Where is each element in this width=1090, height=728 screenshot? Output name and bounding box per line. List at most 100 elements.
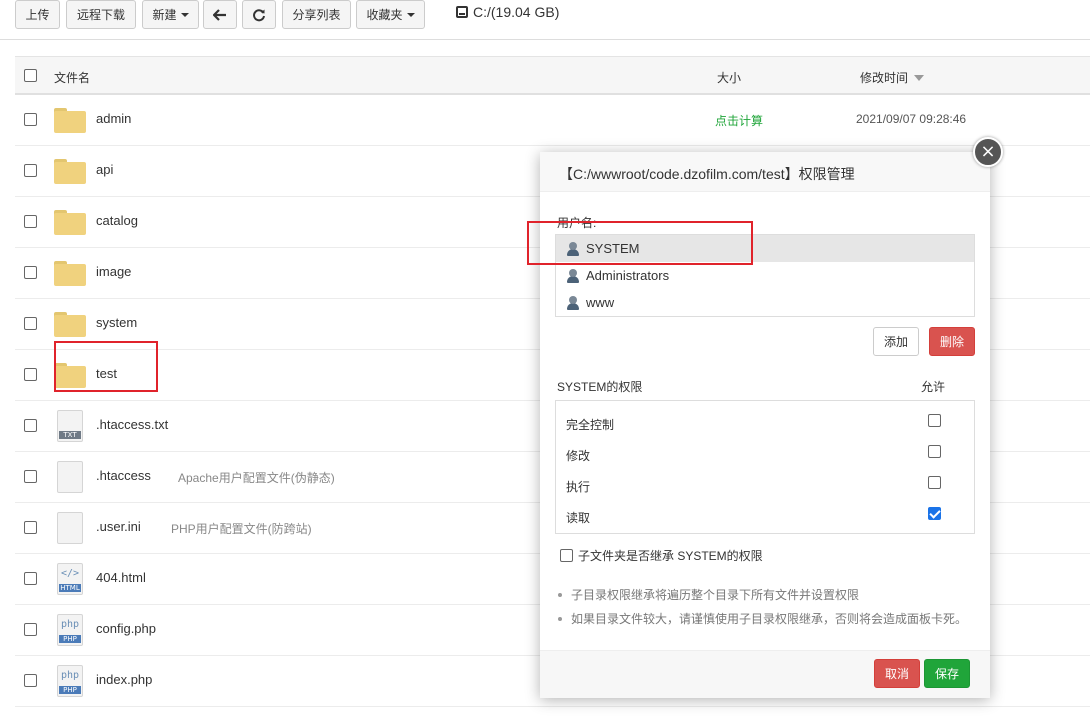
file-type-badge: HTML	[59, 584, 81, 592]
note-text: 如果目录文件较大，请谨慎使用子目录权限继承，否则将会造成面板卡死。	[571, 612, 968, 626]
modified-time: 2021/09/07 09:28:46	[856, 112, 967, 126]
favorites-dropdown-button[interactable]: 收藏夹	[356, 0, 425, 29]
perm-full-control-checkbox[interactable]	[928, 414, 941, 427]
file-symbol: php	[61, 670, 80, 681]
header-mtime[interactable]: 修改时间	[860, 69, 925, 86]
row-checkbox[interactable]	[24, 521, 37, 534]
file-name[interactable]: api	[96, 162, 113, 177]
table-row[interactable]: admin 点击计算 2021/09/07 09:28:46	[15, 95, 1090, 146]
row-checkbox[interactable]	[24, 317, 37, 330]
row-checkbox[interactable]	[24, 623, 37, 636]
new-label: 新建	[152, 8, 177, 22]
header-size[interactable]: 大小	[717, 69, 741, 86]
delete-user-button[interactable]: 删除	[929, 327, 975, 356]
back-button[interactable]	[203, 0, 237, 29]
row-checkbox[interactable]	[24, 419, 37, 432]
perm-execute-checkbox[interactable]	[928, 476, 941, 489]
file-name[interactable]: .user.ini	[96, 519, 141, 534]
row-checkbox[interactable]	[24, 164, 37, 177]
save-button[interactable]: 保存	[924, 659, 970, 688]
inherit-label[interactable]: 子文件夹是否继承 SYSTEM的权限	[578, 547, 763, 564]
user-name: Administrators	[586, 268, 670, 283]
row-checkbox[interactable]	[24, 113, 37, 126]
perm-full-control-label: 完全控制	[566, 418, 615, 432]
file-name[interactable]: system	[96, 315, 137, 330]
cancel-button[interactable]: 取消	[874, 659, 920, 688]
refresh-button[interactable]	[242, 0, 276, 29]
file-name[interactable]: admin	[96, 111, 131, 126]
user-item-www[interactable]: www	[556, 289, 974, 316]
dialog-footer: 取消 保存	[540, 650, 990, 698]
disk-icon	[456, 6, 468, 18]
file-symbol: php	[61, 619, 80, 630]
remote-download-button[interactable]: 远程下载	[66, 0, 136, 29]
caret-down-icon	[406, 12, 415, 17]
file-name[interactable]: 404.html	[96, 570, 146, 585]
highlight-box-test	[54, 341, 158, 392]
perm-read-checkbox[interactable]	[928, 507, 941, 520]
save-label: 保存	[934, 667, 959, 681]
table-header: 文件名 大小 修改时间	[15, 56, 1090, 95]
header-name[interactable]: 文件名	[54, 69, 90, 86]
note-item: 如果目录文件较大，请谨慎使用子目录权限继承，否则将会造成面板卡死。	[558, 610, 967, 627]
share-list-button[interactable]: 分享列表	[282, 0, 351, 29]
file-file-icon	[57, 461, 83, 493]
upload-button[interactable]: 上传	[15, 0, 60, 29]
sort-desc-icon	[914, 74, 925, 81]
txt-file-icon: TXT	[57, 410, 83, 442]
share-list-label: 分享列表	[292, 8, 341, 22]
file-type-badge: TXT	[59, 431, 81, 439]
highlight-box-system	[527, 221, 753, 265]
perm-modify-checkbox[interactable]	[928, 445, 941, 458]
row-checkbox[interactable]	[24, 266, 37, 279]
file-name[interactable]: index.php	[96, 672, 152, 687]
file-description: PHP用户配置文件(防跨站)	[171, 522, 312, 536]
new-dropdown-button[interactable]: 新建	[142, 0, 199, 29]
file-name[interactable]: image	[96, 264, 131, 279]
row-checkbox[interactable]	[24, 215, 37, 228]
add-label: 添加	[883, 335, 908, 349]
upload-label: 上传	[25, 8, 50, 22]
close-button[interactable]: ×	[973, 137, 1003, 167]
add-user-button[interactable]: 添加	[873, 327, 919, 356]
inherit-checkbox[interactable]	[560, 549, 573, 562]
folder-icon	[54, 312, 86, 337]
perm-title: SYSTEM的权限	[557, 380, 643, 394]
perm-read-label: 读取	[566, 511, 591, 525]
file-type-badge: PHP	[59, 686, 81, 694]
file-name[interactable]: .htaccess.txt	[96, 417, 168, 432]
header-mtime-label: 修改时间	[860, 71, 909, 85]
refresh-icon	[253, 8, 265, 21]
file-name[interactable]: .htaccess	[96, 468, 151, 483]
close-icon: ×	[980, 141, 996, 162]
file-type-badge: PHP	[59, 635, 81, 643]
calc-size-link[interactable]: 点击计算	[715, 112, 763, 129]
allow-header: 允许	[921, 380, 946, 394]
delete-label: 删除	[939, 335, 964, 349]
file-name[interactable]: config.php	[96, 621, 156, 636]
arrow-left-icon	[213, 8, 226, 21]
note-item: 子目录权限继承将遍历整个目录下所有文件并设置权限	[558, 586, 859, 603]
user-item-administrators[interactable]: Administrators	[556, 262, 974, 289]
user-name: www	[586, 295, 615, 310]
row-checkbox[interactable]	[24, 572, 37, 585]
folder-icon	[54, 210, 86, 235]
user-icon	[566, 268, 580, 283]
caret-down-icon	[180, 12, 189, 17]
row-checkbox[interactable]	[24, 470, 37, 483]
select-all-checkbox[interactable]	[24, 69, 37, 82]
user-icon	[566, 295, 580, 310]
folder-icon	[54, 108, 86, 133]
dialog-header: 【C:/wwwroot/code.dzofilm.com/test】权限管理	[540, 152, 990, 192]
file-file-icon	[57, 512, 83, 544]
note-text: 子目录权限继承将遍历整个目录下所有文件并设置权限	[571, 588, 860, 602]
dialog-title: 【C:/wwwroot/code.dzofilm.com/test】权限管理	[559, 166, 855, 182]
toolbar: 上传 远程下载 新建 分享列表 收藏夹 C:/(19.04 GB)	[0, 0, 1090, 40]
row-checkbox[interactable]	[24, 674, 37, 687]
file-name[interactable]: catalog	[96, 213, 138, 228]
bullet-icon	[558, 592, 562, 597]
folder-icon	[54, 159, 86, 184]
row-checkbox[interactable]	[24, 368, 37, 381]
folder-icon	[54, 261, 86, 286]
file-description: Apache用户配置文件(伪静态)	[178, 471, 335, 485]
